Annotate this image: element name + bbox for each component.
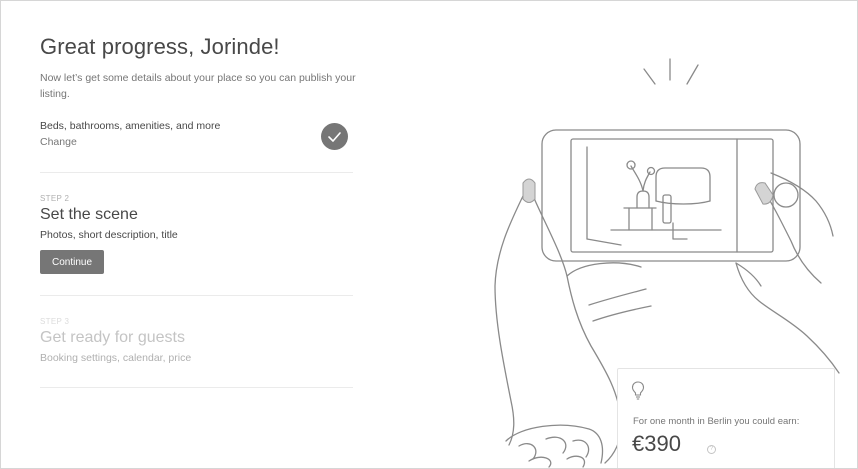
step-2-title: Set the scene (40, 206, 138, 223)
step-2-subtitle: Photos, short description, title (40, 229, 178, 241)
divider (40, 295, 353, 296)
earnings-amount: €390 (632, 431, 681, 456)
checkmark-icon (321, 123, 348, 150)
page: Great progress, Jorinde! Now let’s get s… (0, 0, 858, 469)
earnings-card: For one month in Berlin you could earn: … (617, 368, 835, 468)
lightbulb-icon (631, 381, 645, 400)
divider (40, 172, 353, 173)
page-title: Great progress, Jorinde! (40, 34, 280, 59)
continue-button[interactable]: Continue (40, 250, 104, 274)
step-3-subtitle: Booking settings, calendar, price (40, 352, 192, 364)
step-1-items: Beds, bathrooms, amenities, and more (40, 120, 221, 132)
step-2-eyebrow: STEP 2 (40, 194, 70, 203)
step-3-title: Get ready for guests (40, 329, 185, 346)
step-1-summary: Beds, bathrooms, amenities, and more Cha… (40, 120, 354, 160)
intro-text: Now let’s get some details about your pl… (40, 72, 356, 100)
change-link[interactable]: Change (40, 136, 77, 148)
divider (40, 387, 353, 388)
step-3-eyebrow: STEP 3 (40, 317, 70, 326)
info-icon[interactable]: ? (707, 445, 716, 454)
earnings-text: For one month in Berlin you could earn: (633, 416, 800, 427)
